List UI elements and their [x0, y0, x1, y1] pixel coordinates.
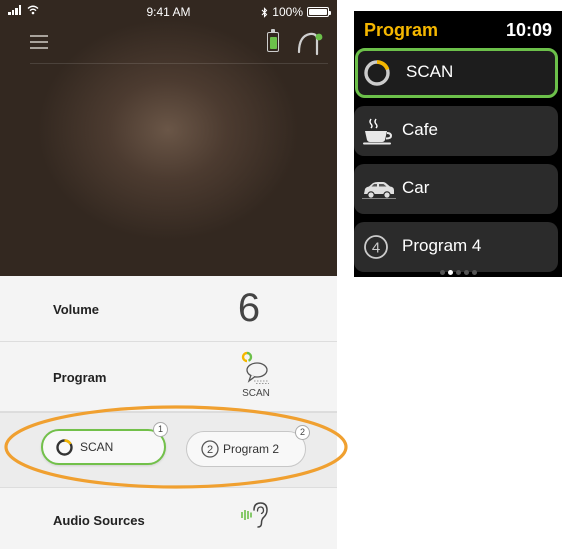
watch-item-car[interactable]: Car	[354, 164, 558, 214]
control-panel: Volume 6 Program SCAN SCAN 1 2 Program 2…	[0, 276, 337, 549]
hearing-aid-icon[interactable]	[296, 30, 324, 56]
phone-battery-icon	[307, 7, 331, 17]
scan-ring-icon	[364, 60, 390, 86]
program-value: SCAN	[242, 388, 270, 399]
program-speech-icon	[241, 351, 269, 384]
audio-sources-label: Audio Sources	[53, 513, 145, 528]
watch-screen: Program 10:09 SCAN Cafe Car 4 Program 4	[354, 11, 562, 277]
program-chip-label: SCAN	[80, 440, 114, 454]
numbered-circle-digit: 4	[372, 240, 380, 257]
watch-title: Program	[364, 20, 439, 40]
program-chip-scan[interactable]: SCAN 1	[41, 422, 168, 465]
page-indicator	[354, 262, 562, 277]
hearing-aid-battery-icon[interactable]	[267, 29, 279, 52]
page-dot	[439, 270, 445, 275]
watch-item-label: Program 4	[402, 236, 482, 255]
volume-value[interactable]: 6	[224, 286, 274, 331]
watch-item-label: Car	[402, 178, 430, 197]
ear-audio-icon	[241, 502, 268, 528]
phone-screen: 9:41 AM 100% Volume 6 Program SCAN SCAN …	[0, 0, 337, 549]
page-dot	[471, 270, 477, 275]
page-dot	[463, 270, 469, 275]
numbered-circle-icon: 4	[364, 235, 388, 259]
watch-item-cafe[interactable]: Cafe	[354, 106, 558, 156]
watch-time: 10:09	[505, 20, 552, 40]
watch-item-label: SCAN	[406, 62, 454, 81]
program-row[interactable]: Program SCAN	[0, 342, 337, 412]
program-chip-number: 1	[153, 422, 168, 437]
program-chip-program-2[interactable]: 2 Program 2 2	[186, 425, 310, 467]
program-label: Program	[53, 370, 107, 385]
watch-item-scan[interactable]: SCAN	[355, 48, 558, 98]
car-icon	[362, 182, 396, 199]
battery-percent: 100%	[272, 5, 303, 19]
nav-bar	[0, 24, 337, 64]
scan-ring-icon	[56, 439, 73, 456]
program-chips-row: SCAN 1 2 Program 2 2	[0, 412, 337, 488]
program-chip-number: 2	[295, 425, 310, 440]
volume-label: Volume	[53, 302, 99, 317]
coffee-cup-icon	[363, 118, 393, 145]
status-right: 100%	[261, 5, 331, 19]
numbered-circle-icon: 2	[201, 440, 219, 458]
numbered-circle-digit: 2	[207, 444, 213, 456]
hero-area: 9:41 AM 100%	[0, 0, 337, 276]
watch-item-label: Cafe	[402, 120, 438, 139]
bluetooth-icon	[261, 6, 268, 18]
status-bar: 9:41 AM 100%	[0, 0, 337, 24]
page-dot	[455, 270, 461, 275]
volume-row[interactable]: Volume 6	[0, 276, 337, 342]
hamburger-menu-icon[interactable]	[30, 35, 48, 49]
program-chip-label: Program 2	[223, 442, 280, 456]
page-dot	[447, 270, 453, 275]
nav-divider	[30, 63, 328, 64]
audio-sources-row[interactable]: Audio Sources	[0, 488, 337, 549]
